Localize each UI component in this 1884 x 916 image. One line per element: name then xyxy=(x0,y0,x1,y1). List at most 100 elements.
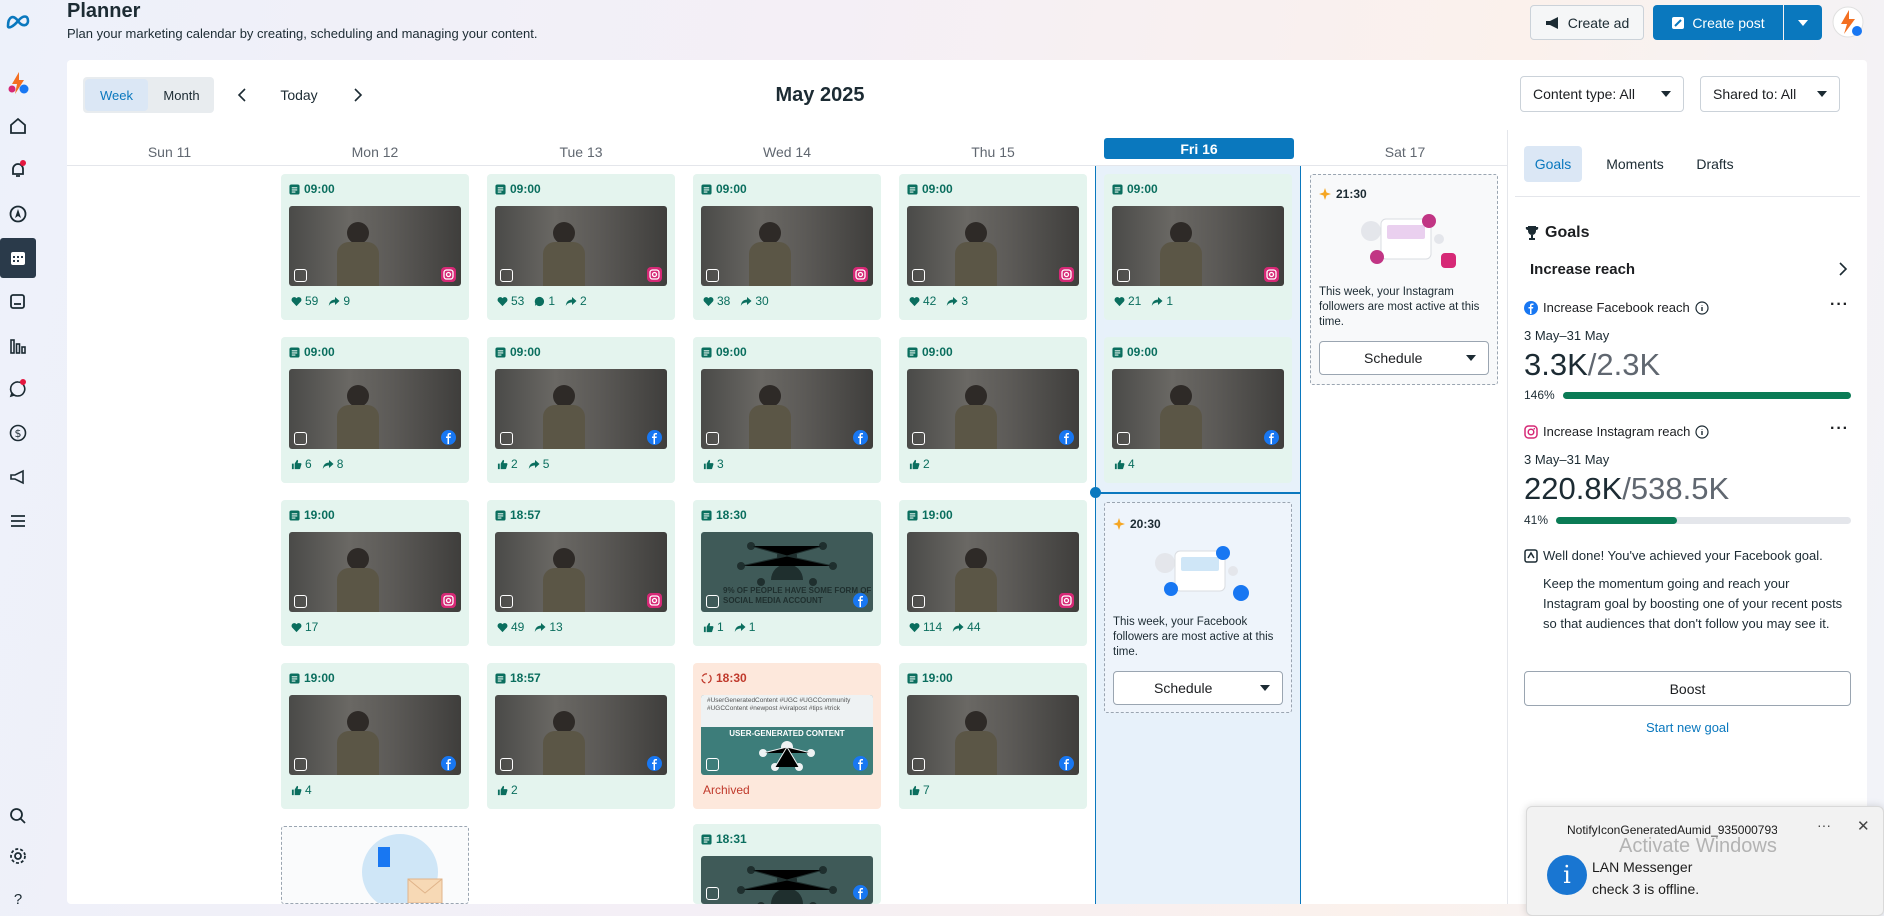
help-icon[interactable]: ? xyxy=(5,886,31,912)
post-time-label: 09:00 xyxy=(716,345,747,359)
start-new-goal-link[interactable]: Start new goal xyxy=(1524,720,1851,735)
facebook-illustration-icon xyxy=(1155,546,1249,601)
month-view-button[interactable]: Month xyxy=(150,79,213,111)
post-thumbnail xyxy=(289,695,461,775)
stat-like: 3 xyxy=(703,457,724,471)
post-card[interactable]: 09:00 59 9 xyxy=(281,174,469,320)
post-card[interactable]: 19:00 114 44 xyxy=(899,500,1087,646)
heart-icon xyxy=(497,296,508,307)
tab-moments[interactable]: Moments xyxy=(1600,146,1670,182)
post-type-icon xyxy=(701,509,712,521)
compass-icon[interactable] xyxy=(5,201,31,227)
content-icon[interactable] xyxy=(5,289,31,315)
monetization-icon[interactable]: $ xyxy=(5,420,31,446)
planner-calendar-icon[interactable] xyxy=(0,238,36,278)
stat-like: 6 xyxy=(291,457,312,471)
post-card[interactable]: 09:00 4 xyxy=(1104,337,1292,483)
post-card[interactable]: 09:00 53 1 2 xyxy=(487,174,675,320)
home-icon[interactable] xyxy=(5,113,31,139)
post-time-label: 09:00 xyxy=(716,182,747,196)
post-card[interactable]: 09:00 21 1 xyxy=(1104,174,1292,320)
post-card[interactable]: 18:30 9% OF PEOPLE HAVE SOME FORM OF SOCI… xyxy=(693,500,881,646)
create-ad-button[interactable]: Create ad xyxy=(1530,5,1644,40)
toast-more-icon[interactable]: ··· xyxy=(1817,817,1831,833)
content-type-filter[interactable]: Content type: All xyxy=(1520,76,1684,112)
post-stats: 59 9 xyxy=(291,294,350,308)
stat-heart: 38 xyxy=(703,294,730,308)
post-card[interactable]: 09:00 3 xyxy=(693,337,881,483)
stat-value: 4 xyxy=(1128,457,1135,471)
fb-goal-progress-fill xyxy=(1563,392,1851,399)
today-button[interactable]: Today xyxy=(272,82,326,108)
reel-icon xyxy=(706,269,719,282)
post-card[interactable]: 09:00 2 5 xyxy=(487,337,675,483)
like-icon xyxy=(703,459,714,470)
post-time: 09:00 xyxy=(907,182,953,196)
chevron-down-icon xyxy=(1466,355,1476,361)
chevron-down-icon xyxy=(1798,19,1808,26)
info-icon[interactable] xyxy=(1695,300,1709,315)
tab-goals[interactable]: Goals xyxy=(1524,146,1582,182)
increase-reach-row[interactable]: Increase reach xyxy=(1530,254,1848,284)
boost-button[interactable]: Boost xyxy=(1524,671,1851,706)
page-title: Planner xyxy=(67,0,141,22)
create-post-button[interactable]: Create post xyxy=(1653,5,1783,40)
search-icon[interactable] xyxy=(5,803,31,829)
post-stats: 53 1 2 xyxy=(497,294,587,308)
thumbnail-hashtags: #UserGeneratedContent #UGC #UGCCommunity… xyxy=(707,697,851,712)
notifications-icon[interactable] xyxy=(5,157,31,183)
post-type-icon xyxy=(907,672,918,684)
insights-icon[interactable] xyxy=(5,333,31,359)
ig-goal-percent: 41% xyxy=(1524,513,1549,527)
sat-suggestion-time: 21:30 xyxy=(1336,187,1367,201)
post-card[interactable]: 18:57 49 13 xyxy=(487,500,675,646)
info-icon[interactable] xyxy=(1695,424,1710,439)
goals-heading: Goals xyxy=(1545,224,1590,241)
sat-schedule-button[interactable]: Schedule xyxy=(1319,341,1489,375)
post-card[interactable]: 09:00 2 xyxy=(899,337,1087,483)
reel-icon xyxy=(706,758,719,771)
menu-icon[interactable] xyxy=(5,508,31,534)
account-avatar-icon[interactable] xyxy=(5,70,31,96)
next-week-button[interactable] xyxy=(348,82,368,108)
toast-close-icon[interactable]: ✕ xyxy=(1857,817,1870,835)
post-time: 19:00 xyxy=(907,671,953,685)
chevron-down-icon xyxy=(1661,91,1671,97)
create-post-dropdown-button[interactable] xyxy=(1784,5,1822,40)
post-card[interactable]: 18:31 xyxy=(693,824,881,904)
fri-schedule-button[interactable]: Schedule xyxy=(1113,671,1283,705)
empty-slot-illustration[interactable] xyxy=(281,826,469,904)
sat-best-time-suggestion: 21:30 This week, your Instagram follower… xyxy=(1310,174,1498,385)
post-card[interactable]: 09:00 6 8 xyxy=(281,337,469,483)
windows-toast-notification[interactable]: NotifyIconGeneratedAumid_93500079320... … xyxy=(1526,806,1884,916)
week-view-button[interactable]: Week xyxy=(85,79,148,111)
like-icon xyxy=(909,459,920,470)
shared-to-filter[interactable]: Shared to: All xyxy=(1700,76,1840,112)
post-stats: 2 xyxy=(909,457,930,471)
ig-goal-label: Increase Instagram reach xyxy=(1543,424,1691,439)
ig-goal-more-icon[interactable]: ··· xyxy=(1830,420,1849,438)
ads-megaphone-icon[interactable] xyxy=(5,464,31,490)
fri-suggestion-time: 20:30 xyxy=(1130,517,1161,531)
post-card[interactable]: 09:00 38 30 xyxy=(693,174,881,320)
fb-goal-more-icon[interactable]: ··· xyxy=(1830,296,1849,314)
post-type-icon xyxy=(907,346,918,358)
post-time-label: 09:00 xyxy=(304,345,335,359)
post-card[interactable]: 19:00 17 xyxy=(281,500,469,646)
post-stats: 3 xyxy=(703,457,724,471)
inbox-icon[interactable] xyxy=(5,376,31,402)
tab-drafts[interactable]: Drafts xyxy=(1685,146,1745,182)
post-time-label: 09:00 xyxy=(510,345,541,359)
sparkle-icon xyxy=(1319,188,1331,200)
meta-logo-icon[interactable] xyxy=(5,8,31,34)
profile-avatar-icon[interactable] xyxy=(1832,6,1864,38)
post-card[interactable]: 19:00 4 xyxy=(281,663,469,809)
post-card[interactable]: 09:00 42 3 xyxy=(899,174,1087,320)
post-card[interactable]: 18:57 2 xyxy=(487,663,675,809)
post-card[interactable]: 18:30 #UserGeneratedContent #UGC #UGCComm… xyxy=(693,663,881,809)
reel-icon xyxy=(912,432,925,445)
settings-gear-icon[interactable] xyxy=(5,843,31,869)
prev-week-button[interactable] xyxy=(232,82,252,108)
post-thumbnail xyxy=(289,369,461,449)
post-card[interactable]: 19:00 7 xyxy=(899,663,1087,809)
